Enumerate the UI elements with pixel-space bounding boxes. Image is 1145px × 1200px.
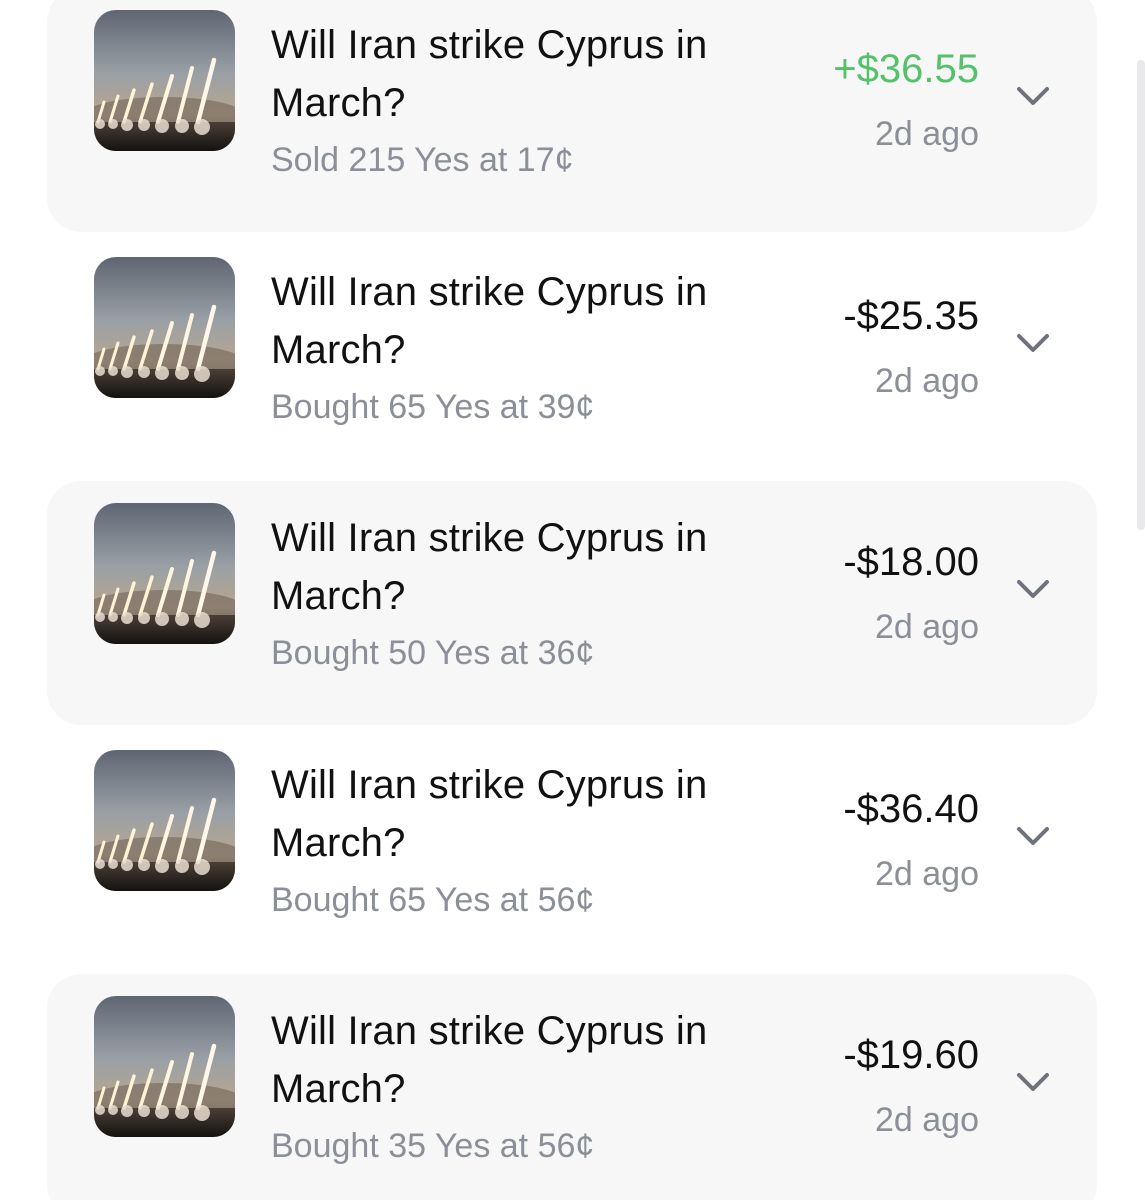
trade-row[interactable]: Will Iran strike Cyprus in March? Sold 2… [47, 0, 1097, 232]
trade-amount: -$19.60 [843, 1033, 979, 1077]
scrollbar[interactable] [1137, 60, 1145, 530]
trade-row[interactable]: Will Iran strike Cyprus in March? Bought… [47, 481, 1097, 725]
trade-detail: Bought 35 Yes at 56¢ [271, 1127, 595, 1165]
trade-history-list: Will Iran strike Cyprus in March? Sold 2… [0, 0, 1145, 1200]
market-thumbnail [94, 503, 235, 644]
trade-detail: Sold 215 Yes at 17¢ [271, 141, 574, 179]
market-thumbnail [94, 257, 235, 398]
trade-time: 2d ago [875, 608, 979, 646]
trade-row[interactable]: Will Iran strike Cyprus in March? Bought… [47, 728, 1097, 972]
trade-time: 2d ago [875, 855, 979, 893]
trade-detail: Bought 50 Yes at 36¢ [271, 634, 595, 672]
trade-amount: -$25.35 [843, 294, 979, 338]
market-thumbnail [94, 750, 235, 891]
trade-detail: Bought 65 Yes at 56¢ [271, 881, 595, 919]
trade-amount: -$18.00 [843, 540, 979, 584]
market-title: Will Iran strike Cyprus in March? [271, 1009, 708, 1111]
market-title: Will Iran strike Cyprus in March? [271, 763, 708, 865]
market-title: Will Iran strike Cyprus in March? [271, 516, 708, 618]
trade-row[interactable]: Will Iran strike Cyprus in March? Bought… [47, 974, 1097, 1200]
chevron-down-icon[interactable] [1013, 82, 1053, 110]
chevron-down-icon[interactable] [1013, 575, 1053, 603]
trade-amount: +$36.55 [833, 47, 979, 91]
trade-time: 2d ago [875, 362, 979, 400]
market-thumbnail [94, 996, 235, 1137]
market-thumbnail [94, 10, 235, 151]
chevron-down-icon[interactable] [1013, 1068, 1053, 1096]
trade-time: 2d ago [875, 115, 979, 153]
chevron-down-icon[interactable] [1013, 329, 1053, 357]
trade-row[interactable]: Will Iran strike Cyprus in March? Bought… [47, 235, 1097, 479]
trade-detail: Bought 65 Yes at 39¢ [271, 388, 595, 426]
market-title: Will Iran strike Cyprus in March? [271, 23, 708, 125]
market-title: Will Iran strike Cyprus in March? [271, 270, 708, 372]
chevron-down-icon[interactable] [1013, 822, 1053, 850]
trade-amount: -$36.40 [843, 787, 979, 831]
trade-time: 2d ago [875, 1101, 979, 1139]
